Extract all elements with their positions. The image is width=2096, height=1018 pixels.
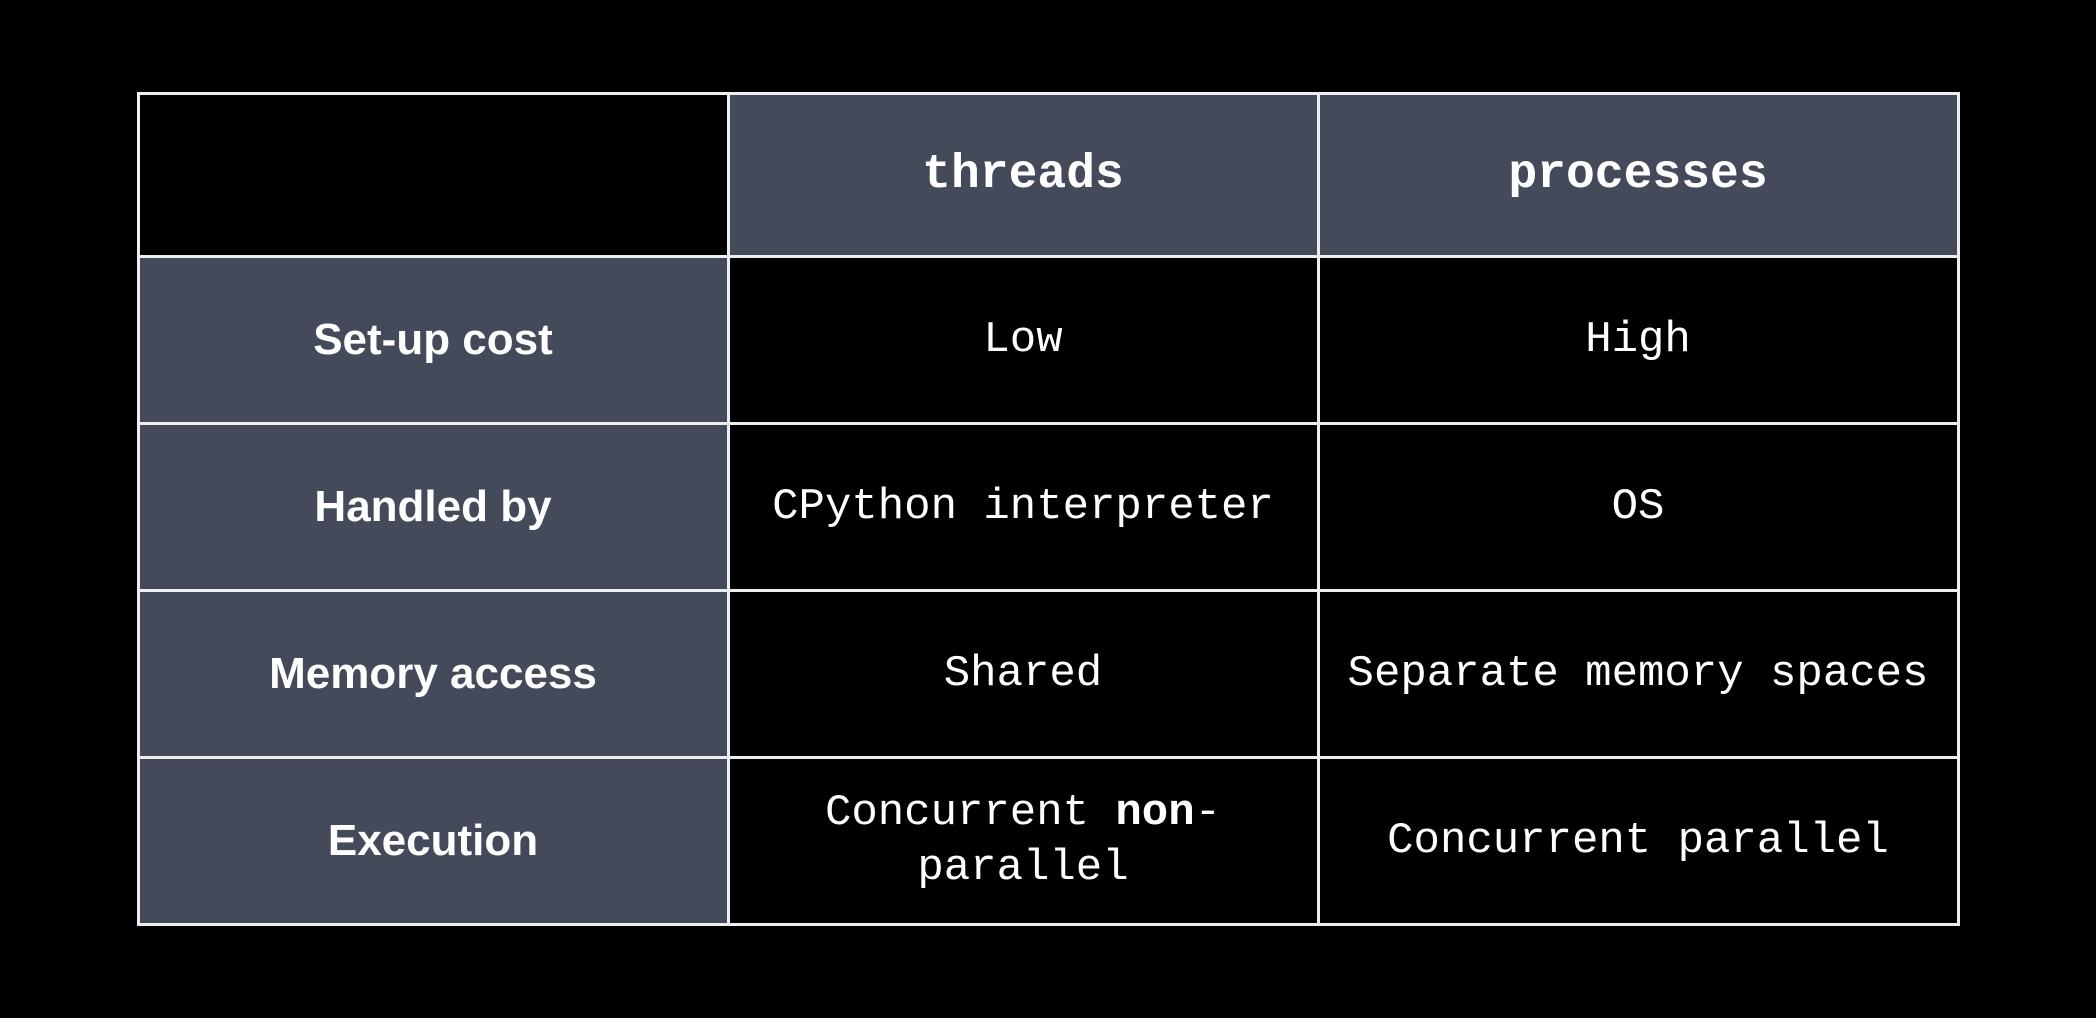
exec-threads-pre: Concurrent	[825, 788, 1115, 838]
table-header-row: threads processes	[138, 94, 1958, 257]
column-header-processes: processes	[1318, 94, 1958, 257]
cell-handled-processes: OS	[1318, 424, 1958, 591]
row-label-execution: Execution	[138, 758, 728, 925]
cell-handled-threads: CPython interpreter	[728, 424, 1318, 591]
table-row: Set-up cost Low High	[138, 257, 1958, 424]
cell-memory-threads: Shared	[728, 591, 1318, 758]
row-label-memory-access: Memory access	[138, 591, 728, 758]
table-row: Execution Concurrent non-parallel Concur…	[138, 758, 1958, 925]
cell-memory-processes: Separate memory spaces	[1318, 591, 1958, 758]
blank-corner-cell	[138, 94, 728, 257]
row-label-setup-cost: Set-up cost	[138, 257, 728, 424]
cell-setup-threads: Low	[728, 257, 1318, 424]
comparison-table: threads processes Set-up cost Low High H…	[137, 92, 1960, 926]
table-row: Handled by CPython interpreter OS	[138, 424, 1958, 591]
column-header-threads: threads	[728, 94, 1318, 257]
table-row: Memory access Shared Separate memory spa…	[138, 591, 1958, 758]
row-label-handled-by: Handled by	[138, 424, 728, 591]
cell-setup-processes: High	[1318, 257, 1958, 424]
cell-execution-threads: Concurrent non-parallel	[728, 758, 1318, 925]
cell-execution-processes: Concurrent parallel	[1318, 758, 1958, 925]
exec-threads-bold: non	[1115, 788, 1194, 838]
